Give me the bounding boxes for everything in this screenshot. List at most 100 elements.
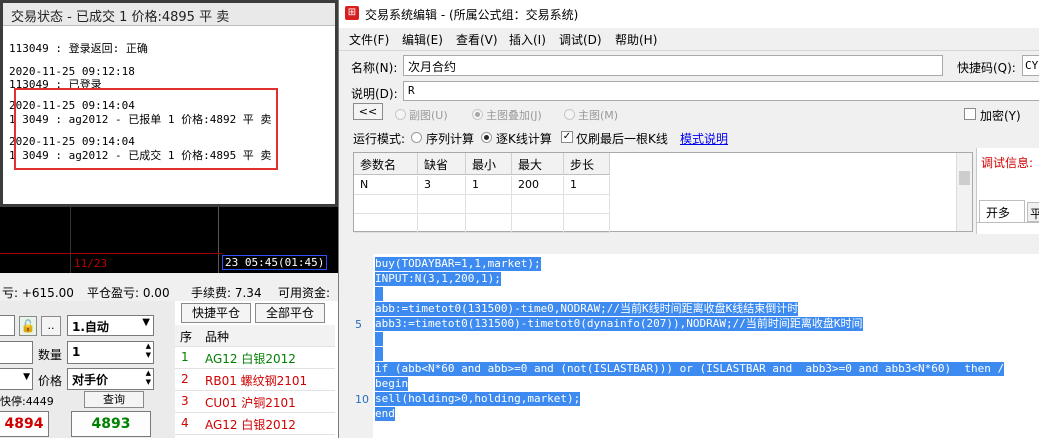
radio-overlay[interactable] xyxy=(472,109,483,120)
formula-editor-window: ⊞ 交易系统编辑 - (所属公式组：交易系统) 文件(F) 编辑(E) 查看(V… xyxy=(338,0,1039,438)
row-seq: 4 xyxy=(181,416,189,430)
param-cell[interactable] xyxy=(354,214,418,233)
encrypt-checkbox[interactable] xyxy=(964,108,976,120)
chart-date-label: 11/23 xyxy=(74,257,108,270)
overlay-label: 主图叠加(J) xyxy=(486,109,542,122)
sell-price-button[interactable]: 4894 xyxy=(0,411,49,437)
fee: 手续费: 7.34 xyxy=(191,286,262,300)
radio-bar-calc[interactable] xyxy=(481,132,492,143)
menu-debug[interactable]: 调试(D) xyxy=(559,31,602,48)
debug-tab-open-long[interactable]: 开多 xyxy=(979,200,1025,222)
shortcut-label: 快捷码(Q): xyxy=(957,61,1016,75)
list-header: 序 品种 xyxy=(175,325,335,347)
param-cell[interactable] xyxy=(418,214,466,233)
close-pnl: 平仓盈亏: 0.00 xyxy=(87,286,170,300)
list-item[interactable]: 2 RB01 螺纹钢2101 xyxy=(175,369,335,391)
param-cell[interactable] xyxy=(512,214,564,233)
line-number: 10 xyxy=(355,393,369,406)
code-input[interactable] xyxy=(0,315,15,336)
chevron-down-icon: ▼ xyxy=(23,372,30,382)
menu-edit[interactable]: 编辑(E) xyxy=(402,31,443,48)
quick-close-button[interactable]: 快捷平仓 xyxy=(181,303,251,323)
price-chart[interactable]: 11/23 23 05:45(01:45) xyxy=(0,205,340,273)
direction-box[interactable] xyxy=(0,341,33,364)
menu-file[interactable]: 文件(F) xyxy=(349,31,389,48)
shortcut-input[interactable]: CY xyxy=(1022,55,1039,76)
status-title: 交易状态 - 已成交 1 价格:4895 平 卖 xyxy=(11,10,230,25)
debug-label: 调试信息: xyxy=(981,156,1034,170)
browse-button[interactable]: .. xyxy=(41,316,61,336)
param-cell[interactable] xyxy=(354,195,418,214)
pnl-bar: 亏: +615.00 平仓盈亏: 0.00 手续费: 7.34 可用资金: xyxy=(0,281,340,302)
auto-select-value: 1.自动 xyxy=(72,320,109,334)
code-line xyxy=(375,332,383,346)
run-mode-label: 运行模式: xyxy=(353,132,406,146)
radio-subchart[interactable] xyxy=(395,109,406,120)
available-funds: 可用资金: xyxy=(278,286,331,300)
radio-mainchart[interactable] xyxy=(564,109,575,120)
radio-series-calc[interactable] xyxy=(411,132,422,143)
param-cell[interactable] xyxy=(418,195,466,214)
price-input[interactable]: 对手价 ▲ ▼ xyxy=(67,368,154,390)
auto-select[interactable]: 1.自动 ▼ xyxy=(67,315,154,336)
last-bar-checkbox[interactable]: ✓ xyxy=(561,131,573,143)
query-button[interactable]: 查询 xyxy=(84,391,144,408)
close-all-button[interactable]: 全部平仓 xyxy=(255,303,325,323)
code-line: abb:=timetot0(131500)-time0,NODRAW;//当前K… xyxy=(375,302,799,316)
param-cell[interactable] xyxy=(466,214,512,233)
name-label: 名称(N): xyxy=(351,61,398,75)
param-cell[interactable] xyxy=(466,195,512,214)
row-name: RB01 螺纹钢2101 xyxy=(205,374,308,388)
buy-price-button[interactable]: 4893 xyxy=(71,411,151,437)
param-cell[interactable] xyxy=(564,195,610,214)
qty-input[interactable]: 1 ▲ ▼ xyxy=(67,341,154,364)
editor-titlebar[interactable]: ⊞ 交易系统编辑 - (所属公式组：交易系统) xyxy=(339,0,1039,28)
code-line: begin xyxy=(375,377,409,391)
debug-tab-close[interactable]: 平 xyxy=(1027,202,1039,222)
param-cell[interactable] xyxy=(512,195,564,214)
code-line: if (abb<N*60 and abb>=0 and (not(ISLASTB… xyxy=(375,362,1005,376)
price-value: 对手价 xyxy=(72,373,109,387)
menu-bar: 文件(F) 编辑(E) 查看(V) 插入(I) 调试(D) 帮助(H) xyxy=(339,28,1039,51)
row-name: AG12 白银2012 xyxy=(205,418,296,432)
list-item[interactable]: 1 AG12 白银2012 xyxy=(175,347,335,369)
desc-input[interactable]: R xyxy=(403,81,1039,101)
param-scrollbar[interactable] xyxy=(956,153,972,231)
name-input[interactable]: 次月合约 xyxy=(403,55,943,76)
code-line xyxy=(375,347,383,361)
chart-axis-line xyxy=(0,253,222,254)
param-cell[interactable]: 1 xyxy=(564,176,610,195)
param-cell[interactable]: 200 xyxy=(512,176,564,195)
debug-content xyxy=(977,222,1039,235)
list-item[interactable]: 3 CU01 沪铜2101 xyxy=(175,391,335,413)
param-cell[interactable] xyxy=(564,214,610,233)
code-line: abb3:=timetot0(131500)-timetot0(dynainfo… xyxy=(375,317,863,331)
line-gutter: 5 10 xyxy=(353,254,373,438)
collapse-button[interactable]: << xyxy=(353,103,383,120)
chart-grid-line xyxy=(70,205,71,273)
row-seq: 1 xyxy=(181,350,189,364)
col-seq: 序 xyxy=(180,330,193,344)
shortcut-value: CY xyxy=(1025,59,1039,72)
last-bar-label: 仅刷最后一根K线 xyxy=(576,132,668,146)
row-name: CU01 沪铜2101 xyxy=(205,396,296,410)
param-col-name: 参数名 xyxy=(354,153,418,175)
param-col-default: 缺省 xyxy=(418,153,466,175)
status-titlebar[interactable]: 交易状态 - 已成交 1 价格:4895 平 卖 xyxy=(3,3,335,26)
qty-value: 1 xyxy=(72,345,81,359)
lock-button[interactable]: 🔓 xyxy=(19,316,37,336)
param-cell[interactable]: N xyxy=(354,176,418,195)
bar-calc-label: 逐K线计算 xyxy=(496,132,552,146)
code-editor[interactable]: 5 10 buy(TODAYBAR=1,1,market); INPUT:N(3… xyxy=(353,254,1039,438)
menu-help[interactable]: 帮助(H) xyxy=(615,31,657,48)
param-cell[interactable]: 3 xyxy=(418,176,466,195)
scroll-thumb[interactable] xyxy=(959,171,970,185)
offset-select[interactable]: ▼ xyxy=(0,368,33,390)
param-cell[interactable]: 1 xyxy=(466,176,512,195)
mode-help-link[interactable]: 模式说明 xyxy=(680,130,728,147)
list-item[interactable]: 4 AG12 白银2012 xyxy=(175,413,335,435)
menu-insert[interactable]: 插入(I) xyxy=(509,31,546,48)
checkmark-icon: ✓ xyxy=(562,131,572,142)
menu-view[interactable]: 查看(V) xyxy=(456,31,498,48)
row-name: AG12 白银2012 xyxy=(205,352,296,366)
